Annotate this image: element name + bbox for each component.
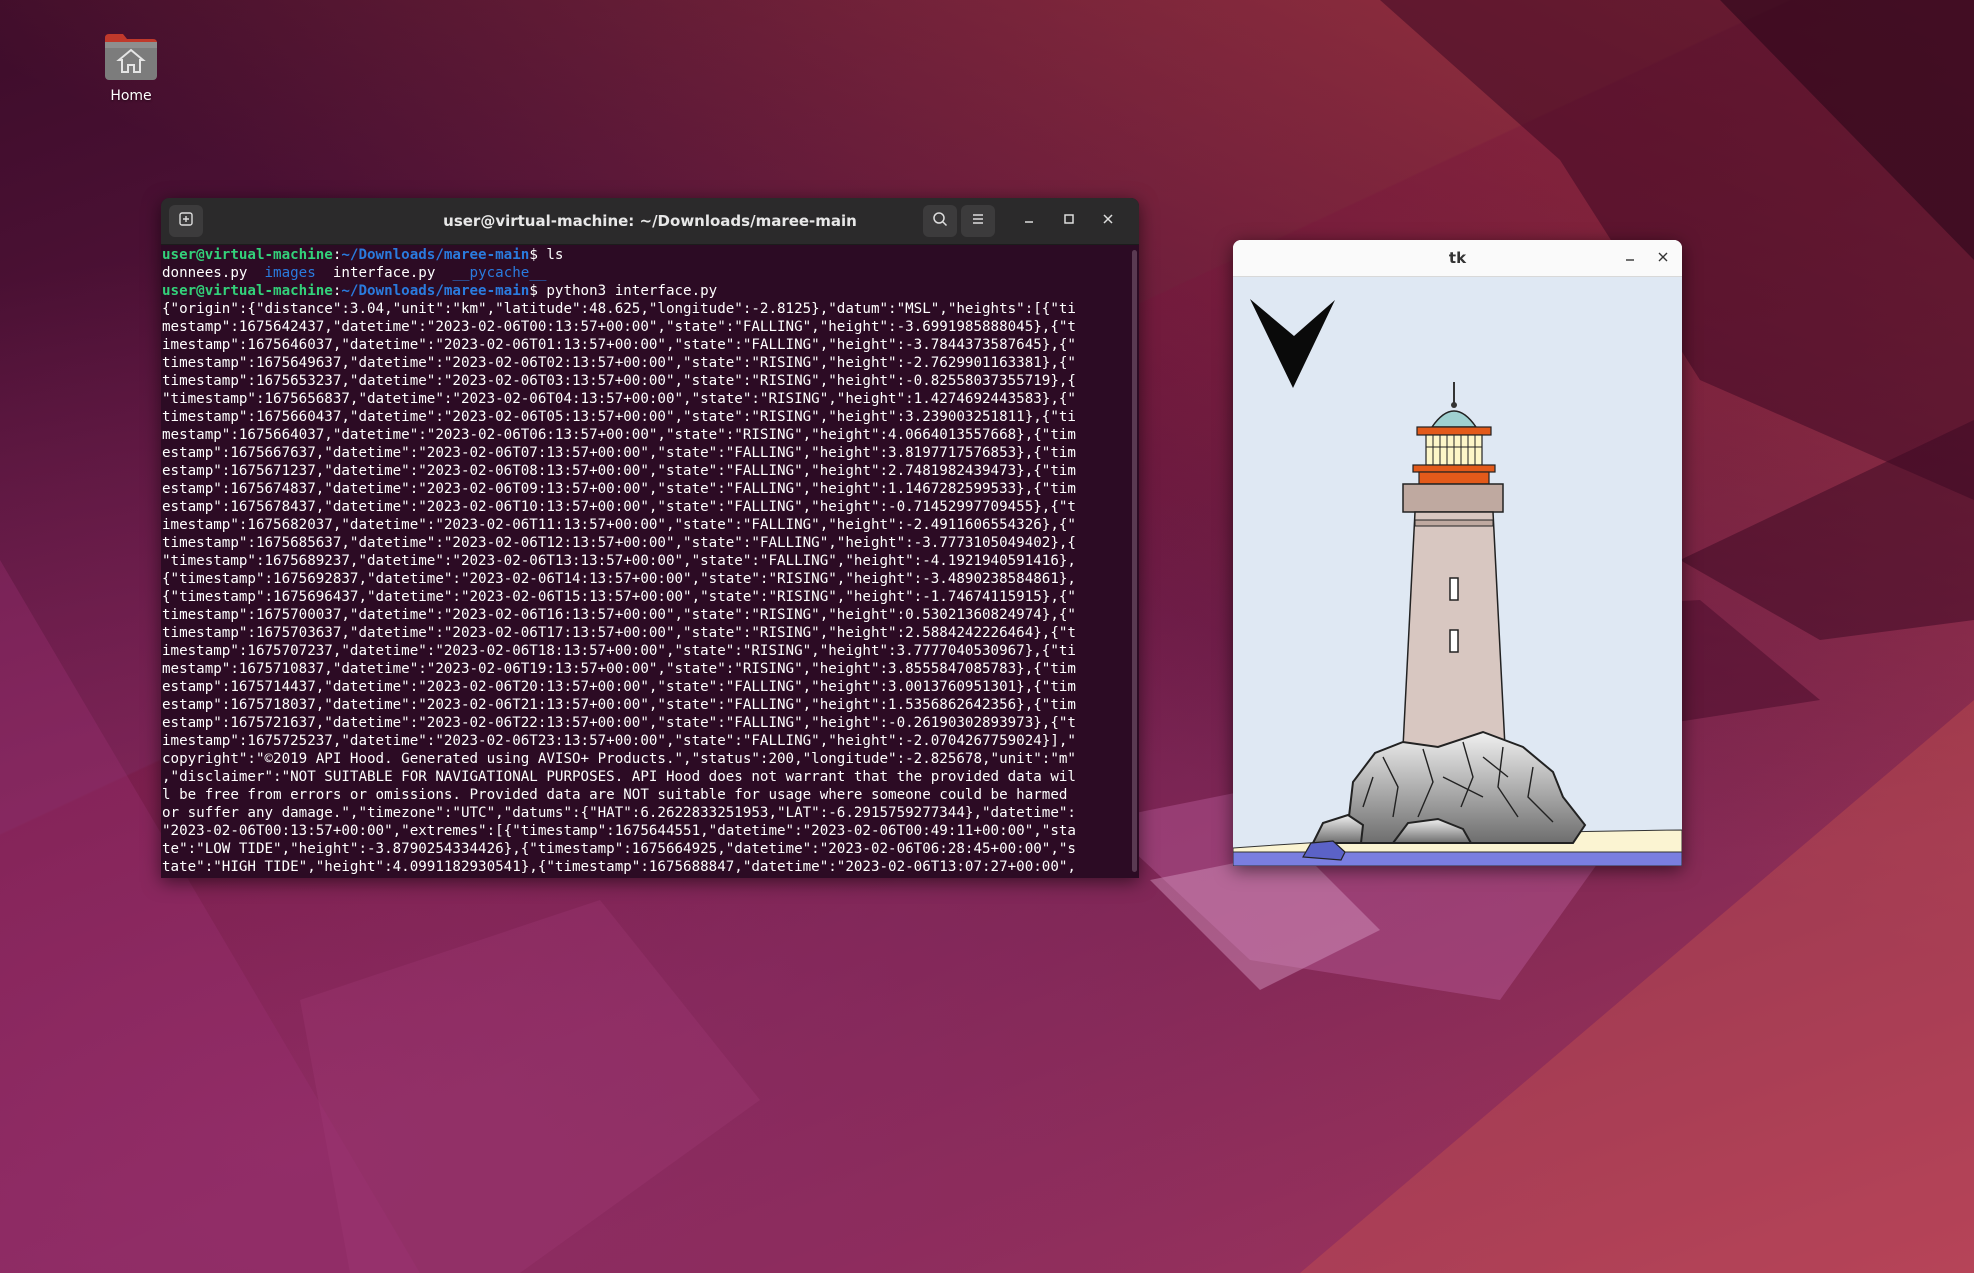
search-icon xyxy=(932,211,948,231)
maximize-icon xyxy=(1063,213,1075,229)
minimize-icon xyxy=(1624,249,1636,267)
output-line: estamp":1675678437,"datetime":"2023-02-0… xyxy=(162,499,1076,515)
output-line: imestamp":1675682037,"datetime":"2023-02… xyxy=(162,517,1076,533)
command-text: $ ls xyxy=(529,247,564,263)
hamburger-menu-icon xyxy=(970,211,986,231)
ls-dir: __pycache__ xyxy=(452,265,547,281)
tk-title: tk xyxy=(1448,249,1467,267)
terminal-scrollbar[interactable] xyxy=(1132,250,1137,872)
prompt-user: user@virtual-machine xyxy=(162,283,333,299)
ls-output: donnees.py images interface.py __pycache… xyxy=(162,264,1129,282)
prompt-path: ~/Downloads/maree-main xyxy=(341,283,530,299)
tk-window[interactable]: tk xyxy=(1233,240,1682,866)
ls-dir: images xyxy=(264,265,316,281)
tk-canvas[interactable] xyxy=(1233,277,1682,866)
prompt-line-1: user@virtual-machine:~/Downloads/maree-m… xyxy=(162,247,564,263)
command-text: $ python3 interface.py xyxy=(529,283,718,299)
output-line: mestamp":1675710837,"datetime":"2023-02-… xyxy=(162,661,1076,677)
output-line: estamp":1675714437,"datetime":"2023-02-0… xyxy=(162,679,1076,695)
output-line: estamp":1675671237,"datetime":"2023-02-0… xyxy=(162,463,1076,479)
output-line: estamp":1675718037,"datetime":"2023-02-0… xyxy=(162,697,1076,713)
home-label: Home xyxy=(110,88,152,104)
output-line: estamp":1675674837,"datetime":"2023-02-0… xyxy=(162,481,1076,497)
output-line: estamp":1675721637,"datetime":"2023-02-0… xyxy=(162,715,1076,731)
output-line: {"origin":{"distance":3.04,"unit":"km","… xyxy=(162,301,1076,317)
minimize-icon xyxy=(1023,213,1035,229)
output-line: timestamp":1675660437,"datetime":"2023-0… xyxy=(162,409,1076,425)
output-line: or suffer any damage.","timezone":"UTC",… xyxy=(162,805,1076,821)
output-line: ,"disclaimer":"NOT SUITABLE FOR NAVIGATI… xyxy=(162,769,1076,785)
output-line: imestamp":1675707237,"datetime":"2023-02… xyxy=(162,643,1076,659)
menu-button[interactable] xyxy=(961,205,995,237)
sea xyxy=(1233,851,1682,866)
output-line: copyright":"©2019 API Hood. Generated us… xyxy=(162,751,1076,767)
output-line: estamp":1675667637,"datetime":"2023-02-0… xyxy=(162,445,1076,461)
minimize-button[interactable] xyxy=(1018,210,1040,232)
output-line: {"timestamp":1675692837,"datetime":"2023… xyxy=(162,571,1076,587)
output-line: timestamp":1675703637,"datetime":"2023-0… xyxy=(162,625,1076,641)
tk-minimize-button[interactable] xyxy=(1618,246,1642,270)
output-line: "2023-02-06T00:13:57+00:00","extremes":[… xyxy=(162,823,1076,839)
tk-close-button[interactable] xyxy=(1651,246,1675,270)
home-folder-icon xyxy=(103,30,159,82)
new-tab-button[interactable] xyxy=(169,205,203,237)
terminal-titlebar[interactable]: user@virtual-machine: ~/Downloads/maree-… xyxy=(161,198,1139,245)
prompt-line-2: user@virtual-machine:~/Downloads/maree-m… xyxy=(162,283,718,299)
output-line: timestamp":1675649637,"datetime":"2023-0… xyxy=(162,355,1076,371)
close-icon xyxy=(1102,213,1114,229)
output-line: mestamp":1675642437,"datetime":"2023-02-… xyxy=(162,319,1076,335)
output-line: timestamp":1675700037,"datetime":"2023-0… xyxy=(162,607,1076,623)
terminal-window[interactable]: user@virtual-machine: ~/Downloads/maree-… xyxy=(161,198,1139,878)
terminal-output[interactable]: user@virtual-machine:~/Downloads/maree-m… xyxy=(161,244,1129,878)
output-line: te":"LOW TIDE","height":-3.8790254334426… xyxy=(162,841,1076,857)
output-line: "timestamp":1675656837,"datetime":"2023-… xyxy=(162,391,1076,407)
close-icon xyxy=(1657,249,1669,267)
ls-file: interface.py xyxy=(332,265,436,281)
output-line: timestamp":1675685637,"datetime":"2023-0… xyxy=(162,535,1076,551)
output-line: "timestamp":1675689237,"datetime":"2023-… xyxy=(162,553,1076,569)
search-button[interactable] xyxy=(923,205,957,237)
prompt-path: ~/Downloads/maree-main xyxy=(341,247,530,263)
output-line: tate":"HIGH TIDE","height":4.09911829305… xyxy=(162,859,1076,875)
prompt-user: user@virtual-machine xyxy=(162,247,333,263)
output-line: l be free from errors or omissions. Prov… xyxy=(162,787,1068,803)
output-line: timestamp":1675653237,"datetime":"2023-0… xyxy=(162,373,1076,389)
close-button[interactable] xyxy=(1097,210,1119,232)
desktop-home-icon[interactable]: Home xyxy=(96,30,166,104)
json-output-block: {"origin":{"distance":3.04,"unit":"km","… xyxy=(162,300,1129,876)
new-tab-icon xyxy=(178,211,194,231)
output-line: mestamp":1675664037,"datetime":"2023-02-… xyxy=(162,427,1076,443)
output-line: imestamp":1675725237,"datetime":"2023-02… xyxy=(162,733,1076,749)
tk-titlebar[interactable]: tk xyxy=(1233,240,1682,277)
maximize-button[interactable] xyxy=(1058,210,1080,232)
output-line: {"timestamp":1675696437,"datetime":"2023… xyxy=(162,589,1076,605)
ls-file: donnees.py xyxy=(162,265,248,281)
output-line: imestamp":1675646037,"datetime":"2023-02… xyxy=(162,337,1076,353)
